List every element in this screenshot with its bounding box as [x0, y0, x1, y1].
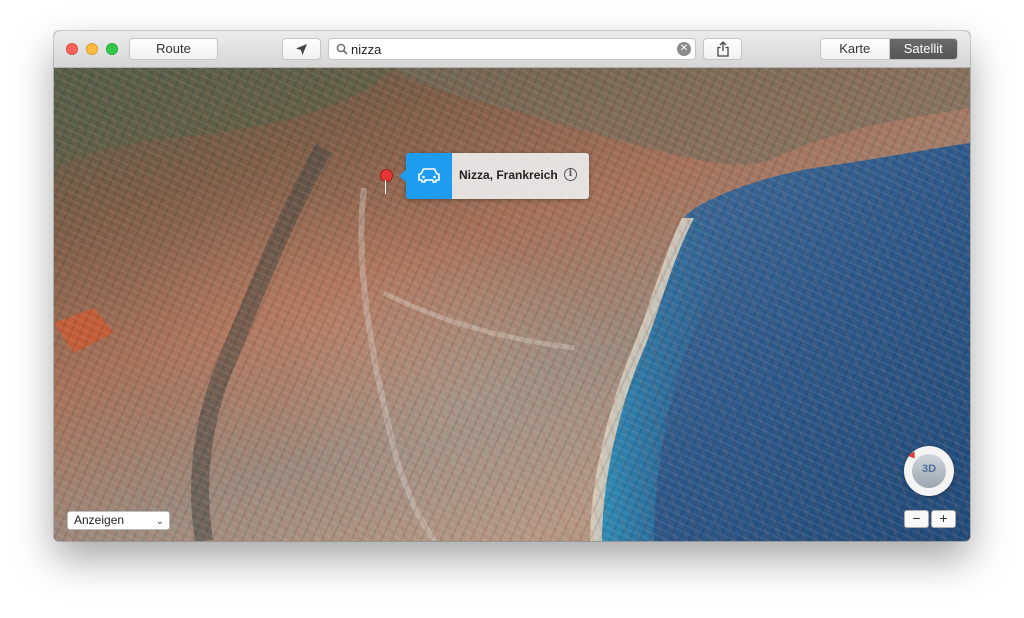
map-type-satellit[interactable]: Satellit [889, 39, 957, 59]
route-button[interactable]: Route [129, 38, 218, 60]
share-button[interactable] [703, 38, 742, 60]
show-options-select[interactable]: Anzeigen ⌄ [67, 511, 170, 530]
satellite-map-view[interactable]: Nizza, Frankreich i Anzeigen ⌄ 3D − + [54, 68, 970, 541]
directions-button[interactable] [406, 153, 452, 199]
map-type-karte[interactable]: Karte [821, 39, 890, 59]
zoom-out-button[interactable]: − [904, 510, 929, 528]
location-pin-icon[interactable] [380, 169, 393, 182]
close-window-button[interactable] [66, 43, 78, 55]
search-field[interactable]: ✕ [328, 38, 696, 60]
location-arrow-icon [296, 44, 307, 55]
fullscreen-window-button[interactable] [106, 43, 118, 55]
compass-3d-button[interactable]: 3D [904, 446, 954, 496]
zoom-controls: − + [904, 510, 956, 528]
current-location-button[interactable] [282, 38, 321, 60]
location-pin-stem [385, 180, 386, 194]
maps-window: Route ✕ Karte Satellit [54, 31, 970, 541]
search-input[interactable] [351, 40, 671, 58]
info-icon[interactable]: i [564, 168, 577, 181]
callout-pointer [399, 170, 406, 182]
location-callout[interactable]: Nizza, Frankreich i [399, 153, 589, 199]
clear-icon[interactable]: ✕ [677, 42, 691, 56]
zoom-in-button[interactable]: + [931, 510, 956, 528]
compass-3d-label: 3D [921, 463, 937, 475]
car-icon [418, 168, 440, 183]
toolbar: Route ✕ Karte Satellit [54, 31, 970, 68]
minimize-window-button[interactable] [86, 43, 98, 55]
show-options-value: Anzeigen [74, 513, 125, 527]
chevron-down-icon: ⌄ [155, 516, 164, 527]
search-icon [336, 43, 348, 55]
map-type-segmented-control: Karte Satellit [820, 38, 958, 60]
callout-title: Nizza, Frankreich [459, 168, 558, 182]
map-texture [54, 68, 970, 541]
share-icon [717, 41, 729, 57]
